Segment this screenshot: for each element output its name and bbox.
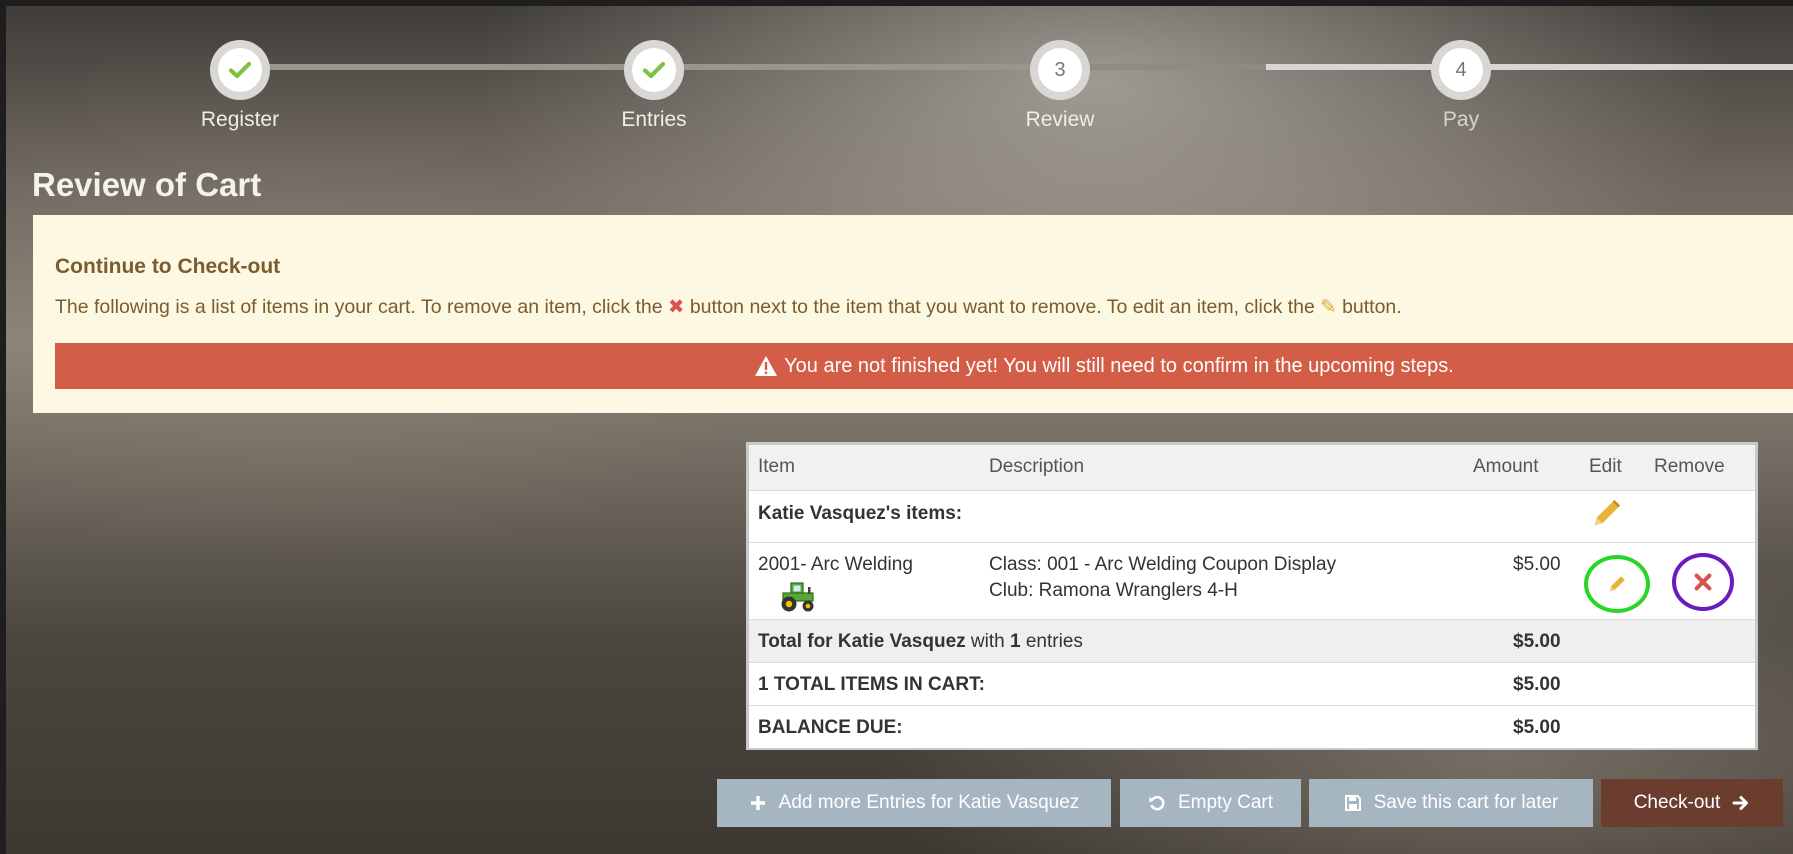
header-amount: Amount [1473, 456, 1539, 477]
instructions-text-2: button next to the item that you want to… [689, 296, 1315, 318]
header-edit: Edit [1589, 456, 1622, 477]
item-club: Club: Ramona Wranglers 4-H [989, 580, 1238, 601]
owner-total-amount: $5.00 [1513, 631, 1561, 652]
step-review: 3 [1030, 40, 1090, 100]
step-pay-number: 4 [1439, 48, 1483, 92]
owner-total-suffix: entries [1025, 631, 1083, 652]
table-row-item-count: 1 TOTAL ITEMS IN CART: $5.00 [749, 663, 1755, 706]
item-code-name: 2001- Arc Welding [758, 554, 913, 575]
table-row: 2001- Arc Welding Class: 001 - Arc Weldi… [749, 543, 1755, 620]
page-title: Review of Cart [32, 166, 262, 203]
checkout-info-panel: Continue to Check-out The following is a… [33, 215, 1793, 413]
step-register-marker [218, 48, 262, 92]
cart-table: Item Description Amount Edit Remove Kati… [746, 442, 1758, 750]
save-cart-button[interactable]: Save this cart for later [1309, 779, 1593, 827]
add-more-entries-label: Add more Entries for Katie Vasquez [778, 792, 1080, 813]
owner-total-label: Total for Katie Vasquez with 1 entries [758, 631, 1083, 653]
remove-item-button[interactable] [1672, 553, 1734, 611]
header-description: Description [989, 456, 1085, 477]
table-header: Item Description Amount Edit Remove [749, 445, 1755, 491]
empty-cart-label: Empty Cart [1177, 792, 1274, 813]
step-connector [240, 64, 630, 70]
item-count-amount: $5.00 [1513, 674, 1561, 695]
step-connector [650, 64, 1060, 70]
warning-icon [755, 356, 778, 376]
step-label-pay: Pay [1442, 108, 1480, 131]
step-entries[interactable] [624, 40, 684, 100]
save-cart-label: Save this cart for later [1373, 792, 1559, 813]
pencil-icon: ✎ [1320, 296, 1337, 318]
step-label-review: Review [1025, 108, 1095, 131]
undo-icon [1149, 795, 1165, 811]
add-more-entries-button[interactable]: Add more Entries for Katie Vasquez [717, 779, 1111, 827]
step-connector [1486, 64, 1793, 70]
table-row-owner: Katie Vasquez's items: [749, 491, 1755, 543]
not-finished-alert: You are not finished yet! You will still… [55, 343, 1793, 389]
instructions-text-3: button. [1342, 296, 1402, 318]
floppy-disk-icon [1344, 795, 1361, 811]
balance-amount: $5.00 [1513, 717, 1561, 738]
progress-stepper: 3 4 Register Entries Review Pay [0, 0, 1793, 140]
panel-instructions: The following is a list of items in your… [55, 295, 1402, 319]
alert-text: You are not finished yet! You will still… [784, 354, 1454, 377]
instructions-text-1: The following is a list of items in your… [55, 296, 663, 318]
item-class: Class: 001 - Arc Welding Coupon Display [989, 554, 1337, 575]
item-count-label: 1 TOTAL ITEMS IN CART: [758, 674, 985, 695]
balance-label: BALANCE DUE: [758, 717, 903, 738]
step-pay: 4 [1431, 40, 1491, 100]
empty-cart-button[interactable]: Empty Cart [1120, 779, 1301, 827]
owner-total-with: with [970, 631, 1005, 652]
owner-label: Katie Vasquez's items: [758, 503, 963, 524]
checkmark-icon [228, 61, 252, 79]
item-amount: $5.00 [1513, 554, 1561, 575]
checkmark-icon [642, 61, 666, 79]
step-entries-marker [632, 48, 676, 92]
pencil-icon [1609, 576, 1625, 592]
panel-title: Continue to Check-out [55, 255, 281, 278]
owner-total-count: 1 [1010, 631, 1021, 652]
checkout-button[interactable]: Check-out [1601, 779, 1783, 827]
checkout-label: Check-out [1633, 792, 1721, 813]
close-icon [1694, 573, 1712, 591]
owner-total-name: Total for Katie Vasquez [758, 631, 966, 652]
step-register[interactable] [210, 40, 270, 100]
plus-icon [750, 796, 765, 810]
table-row-owner-total: Total for Katie Vasquez with 1 entries $… [749, 620, 1755, 663]
step-connector [1070, 64, 1266, 70]
tractor-icon [781, 582, 814, 612]
table-row-balance: BALANCE DUE: $5.00 [749, 706, 1755, 748]
header-remove: Remove [1654, 456, 1725, 477]
step-connector [1266, 64, 1436, 70]
step-label-register[interactable]: Register [160, 108, 320, 132]
edit-item-button[interactable] [1584, 555, 1650, 613]
remove-x-icon: ✖ [668, 296, 685, 318]
edit-owner-pencil-icon[interactable] [1589, 497, 1623, 531]
step-review-number: 3 [1038, 48, 1082, 92]
header-item: Item [758, 456, 795, 477]
arrow-right-icon [1732, 796, 1749, 810]
step-label-entries[interactable]: Entries [574, 108, 734, 132]
